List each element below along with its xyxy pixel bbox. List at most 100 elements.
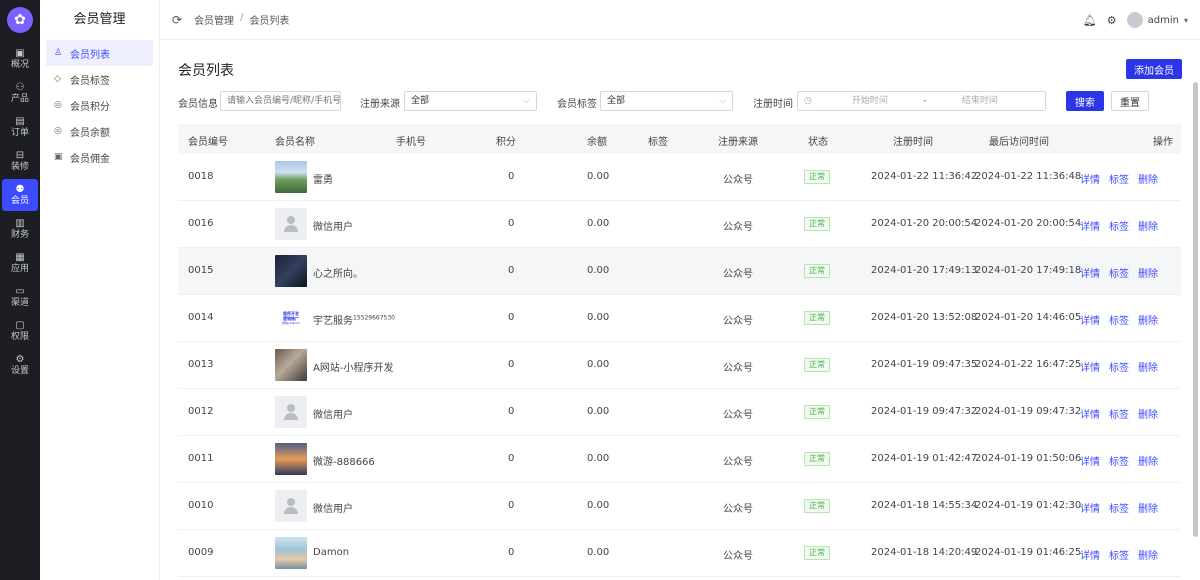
status-badge: 正常: [804, 499, 830, 513]
rail-item-product[interactable]: ⚇ 产品: [2, 77, 38, 109]
member-name: 微游-888666: [313, 453, 375, 468]
last-visit-time: 2024-01-19 01:42:30: [975, 500, 1082, 511]
submenu-item-member-commission[interactable]: ▣ 会员佣金: [46, 144, 153, 170]
detail-link[interactable]: 详情: [1080, 312, 1100, 327]
register-source: 公众号: [723, 504, 753, 515]
end-time-input[interactable]: 结束时间: [930, 92, 1030, 110]
rail-item-member[interactable]: ⚉ 会员: [2, 179, 38, 211]
rail-item-application[interactable]: ▦ 应用: [2, 247, 38, 279]
rail-item-finance[interactable]: ▥ 财务: [2, 213, 38, 245]
member-id: 0018: [188, 171, 214, 182]
submenu-item-member-tags[interactable]: ◇ 会员标签: [46, 66, 153, 92]
start-time-input[interactable]: 开始时间: [820, 92, 920, 110]
tag-link[interactable]: 标签: [1109, 218, 1129, 233]
delete-link[interactable]: 删除: [1138, 359, 1158, 374]
tag-link[interactable]: 标签: [1109, 547, 1129, 562]
last-visit-time: 2024-01-20 14:46:05: [975, 312, 1082, 323]
delete-link[interactable]: 删除: [1138, 406, 1158, 421]
rail-item-decoration[interactable]: ⊟ 装修: [2, 145, 38, 177]
logo-icon[interactable]: ✿: [7, 7, 33, 33]
register-source: 公众号: [723, 363, 753, 374]
status-badge: 正常: [804, 358, 830, 372]
breadcrumb-item-member-management[interactable]: 会员管理: [194, 12, 234, 27]
reset-button[interactable]: 重置: [1111, 91, 1149, 111]
tag-link[interactable]: 标签: [1109, 359, 1129, 374]
delete-link[interactable]: 删除: [1138, 265, 1158, 280]
rail-item-permission[interactable]: ▢ 权限: [2, 315, 38, 347]
member-name: A网站-小程序开发: [313, 359, 393, 374]
balance: 0.00: [587, 453, 610, 464]
col-member-id: 会员编号: [188, 137, 228, 148]
user-menu[interactable]: admin ▾: [1126, 12, 1188, 28]
search-button[interactable]: 搜索: [1066, 91, 1104, 111]
register-time: 2024-01-22 11:36:42: [871, 171, 978, 182]
detail-link[interactable]: 详情: [1080, 218, 1100, 233]
avatar: [1126, 12, 1143, 28]
member-name-text: 宇艺服务: [313, 316, 353, 327]
delete-link[interactable]: 删除: [1138, 312, 1158, 327]
submenu-item-label: 会员积分: [70, 101, 110, 113]
member-name: 微信用户: [313, 500, 353, 515]
rail-item-label: 权限: [10, 331, 29, 342]
last-visit-time: 2024-01-19 01:46:25: [975, 547, 1082, 558]
register-time: 2024-01-18 14:55:34: [871, 500, 978, 511]
rail-item-order[interactable]: ▤ 订单: [2, 111, 38, 143]
member-name-text: Damon: [313, 547, 350, 558]
chevron-down-icon: ▾: [1183, 15, 1188, 25]
tag-link[interactable]: 标签: [1109, 500, 1129, 515]
detail-link[interactable]: 详情: [1080, 265, 1100, 280]
icon-rail: ✿ ▣ 概况 ⚇ 产品 ▤ 订单 ⊟ 装修 ⚉ 会员 ▥ 财务 ▦ 应用 ▭ 渠道 ▢ 权限 ⚙ 设置: [0, 0, 40, 580]
detail-link[interactable]: 详情: [1080, 359, 1100, 374]
add-member-button[interactable]: 添加会员: [1126, 59, 1182, 79]
rail-item-overview[interactable]: ▣ 概况: [2, 43, 38, 75]
delete-link[interactable]: 删除: [1138, 218, 1158, 233]
register-source: 公众号: [723, 551, 753, 562]
col-member-name: 会员名称: [275, 137, 315, 148]
detail-link[interactable]: 详情: [1080, 171, 1100, 186]
submenu-item-member-balance[interactable]: ◎ 会员余额: [46, 118, 153, 144]
detail-link[interactable]: 详情: [1080, 406, 1100, 421]
submenu-item-member-list[interactable]: ♙ 会员列表: [46, 40, 153, 66]
rail-item-label: 会员: [10, 195, 29, 206]
submenu-item-member-points[interactable]: ◎ 会员积分: [46, 92, 153, 118]
tag-select[interactable]: 全部 ⌵: [600, 91, 733, 111]
gear-icon[interactable]: ⚙: [1107, 14, 1117, 27]
col-last-visit: 最后访问时间: [989, 137, 1049, 148]
delete-link[interactable]: 删除: [1138, 500, 1158, 515]
delete-link[interactable]: 删除: [1138, 453, 1158, 468]
register-source: 公众号: [723, 410, 753, 421]
source-select[interactable]: 全部 ⌵: [404, 91, 537, 111]
col-register-time: 注册时间: [893, 137, 933, 148]
col-points: 积分: [496, 137, 516, 148]
rail-item-channel[interactable]: ▭ 渠道: [2, 281, 38, 313]
member-id: 0015: [188, 265, 214, 276]
member-info-input[interactable]: [220, 91, 341, 111]
refresh-icon[interactable]: ⟳: [172, 13, 182, 27]
tag-link[interactable]: 标签: [1109, 312, 1129, 327]
product-icon: ⚇: [15, 81, 25, 93]
bell-icon[interactable]: 🔔︎: [1083, 14, 1097, 27]
col-status: 状态: [808, 137, 828, 148]
detail-link[interactable]: 详情: [1080, 453, 1100, 468]
rail-item-settings[interactable]: ⚙ 设置: [2, 349, 38, 381]
register-time: 2024-01-20 13:52:08: [871, 312, 978, 323]
tag-link[interactable]: 标签: [1109, 171, 1129, 186]
balance: 0.00: [587, 500, 610, 511]
breadcrumb-separator: /: [240, 12, 244, 23]
member-name: 心之所向。: [313, 265, 363, 280]
tag-link[interactable]: 标签: [1109, 406, 1129, 421]
detail-link[interactable]: 详情: [1080, 500, 1100, 515]
tag-link[interactable]: 标签: [1109, 265, 1129, 280]
member-balance-icon: ◎: [54, 126, 62, 136]
tag-link[interactable]: 标签: [1109, 453, 1129, 468]
delete-link[interactable]: 删除: [1138, 547, 1158, 562]
register-time-range[interactable]: ◷ 开始时间 - 结束时间: [797, 91, 1046, 111]
scrollbar[interactable]: [1193, 82, 1198, 537]
member-name: 宇艺服务15529667530: [313, 312, 395, 327]
delete-link[interactable]: 删除: [1138, 171, 1158, 186]
member-tags-icon: ◇: [54, 74, 61, 84]
breadcrumb: 会员管理 / 会员列表: [194, 12, 289, 27]
last-visit-time: 2024-01-20 20:00:54: [975, 218, 1082, 229]
detail-link[interactable]: 详情: [1080, 547, 1100, 562]
permission-icon: ▢: [15, 319, 25, 331]
